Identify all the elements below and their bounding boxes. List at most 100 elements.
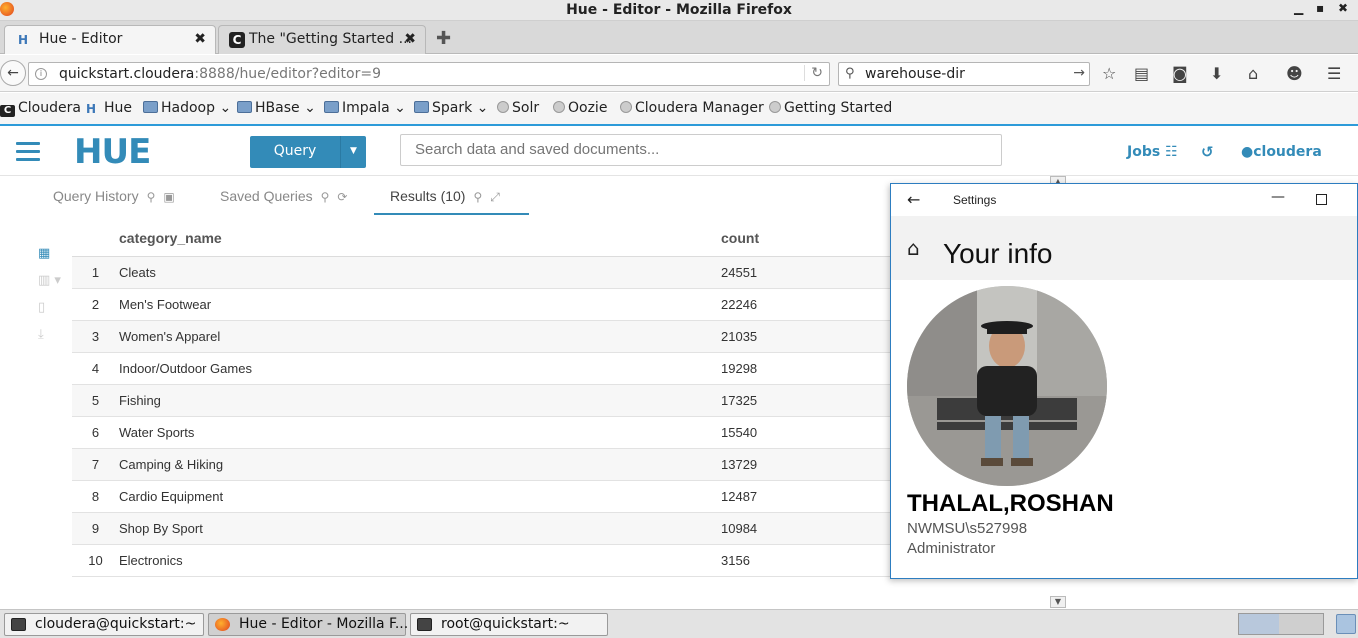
settings-titlebar: ← Settings — [891,184,1357,216]
bookmark-impala[interactable]: Impala ⌄ [324,100,406,116]
table-row[interactable]: 2 Men's Footwear 22246 [72,288,890,321]
bookmarks-toolbar: C Cloudera H Hue Hadoop ⌄ HBase ⌄ Impala ⌄… [0,93,1358,126]
table-row[interactable]: 7 Camping & Hiking 13729 [72,448,890,481]
hue-search-input[interactable] [400,134,1002,166]
new-tab-icon[interactable]: ✚ [436,28,451,49]
browser-search-field[interactable]: ⚲ warehouse-dir → [838,62,1090,86]
table-row[interactable]: 1 Cleats 24551 [72,256,890,289]
url-text[interactable]: quickstart.cloudera:8888/hue/editor?edit… [59,66,381,82]
tab-results[interactable]: Results (10) ⚲ ⤢ [390,188,500,205]
tab-label: Hue - Editor [39,31,123,47]
row-number: 3 [72,320,119,353]
cell-count: 12487 [721,480,890,513]
bookmark-label: Spark [432,100,473,116]
show-desktop-icon[interactable] [1336,614,1356,634]
tab-hue-editor[interactable]: H Hue - Editor ✖ [4,25,216,54]
columns-icon[interactable]: ▯ [38,300,45,315]
reload-icon[interactable]: ↻ [804,65,823,81]
tab-label: The "Getting Started ... [249,31,412,47]
bookmark-oozie[interactable]: Oozie [553,100,607,116]
search-icon[interactable]: ⚲ [321,190,330,204]
taskbar-item-terminal-cloudera[interactable]: cloudera@quickstart:~ [4,613,204,636]
caret-down-icon[interactable]: ▼ [340,136,366,168]
search-icon[interactable]: ⚲ [147,190,156,204]
taskbar-item-terminal-root[interactable]: root@quickstart:~ [410,613,608,636]
workspace-switcher[interactable] [1238,613,1324,635]
folder-icon [414,101,429,113]
back-button[interactable]: ← [0,60,26,86]
tab-saved-queries[interactable]: Saved Queries ⚲ ⟳ [220,188,347,204]
url-bar[interactable]: i quickstart.cloudera:8888/hue/editor?ed… [28,62,830,86]
hamburger-menu-icon[interactable] [16,142,40,162]
jobs-button[interactable]: Jobs ☷ [1127,144,1178,160]
maximize-icon[interactable]: ▪ [1316,1,1324,15]
close-icon[interactable]: ✖ [1338,1,1348,15]
tab-close-icon[interactable]: ✖ [194,31,206,47]
history-icon[interactable]: ↺ [1201,143,1214,161]
taskbar-item-firefox[interactable]: Hue - Editor - Mozilla F... [208,613,408,636]
row-number: 9 [72,512,119,545]
table-row[interactable]: 5 Fishing 17325 [72,384,890,417]
search-value[interactable]: warehouse-dir [865,66,965,82]
hue-search-field[interactable] [415,141,995,158]
chevron-down-icon: ⌄ [219,100,232,116]
table-row[interactable]: 6 Water Sports 15540 [72,416,890,449]
jobs-label: Jobs [1127,144,1161,160]
bookmark-spark[interactable]: Spark ⌄ [414,100,488,116]
refresh-icon[interactable]: ⟳ [337,190,347,204]
search-icon[interactable]: ⚲ [473,190,482,204]
bookmark-cloudera-manager[interactable]: Cloudera Manager [620,100,764,116]
url-path: :8888/hue/editor?editor=9 [194,66,381,82]
tab-query-history[interactable]: Query History ⚲ ▣ [53,188,175,204]
bookmark-solr[interactable]: Solr [497,100,539,116]
query-button[interactable]: Query ▼ [250,136,366,168]
column-header-count[interactable]: count [721,220,890,257]
page-title: Your info [943,238,1053,269]
hello-icon[interactable]: ☻ [1286,64,1303,83]
chart-view-icon[interactable]: ▥ ▾ [38,273,61,288]
site-info-icon[interactable]: i [35,68,47,80]
search-go-icon[interactable]: → [1073,65,1085,81]
download-icon[interactable]: ⤓ [38,327,44,342]
chevron-down-icon: ⌄ [476,100,489,116]
globe-icon [620,101,632,113]
bookmark-label: HBase [255,100,300,116]
home-icon[interactable]: ⌂ [1248,64,1258,83]
calendar-icon[interactable]: ▣ [163,190,174,204]
user-icon: ● [1241,144,1254,160]
reading-list-icon[interactable]: ▤ [1134,64,1149,83]
tab-close-icon[interactable]: ✖ [404,31,416,47]
tab-label: Saved Queries [220,188,313,204]
table-row[interactable]: 9 Shop By Sport 10984 [72,512,890,545]
column-header-category[interactable]: category_name [119,220,721,257]
folder-icon [324,101,339,113]
back-arrow-icon[interactable]: ← [907,190,920,209]
table-row[interactable]: 3 Women's Apparel 21035 [72,320,890,353]
grid-view-icon[interactable]: ▦ [38,246,50,261]
workspace-active[interactable] [1239,614,1279,634]
bookmark-star-icon[interactable]: ☆ [1102,64,1116,83]
hue-logo[interactable]: HUE [74,132,151,172]
settings-title: Settings [953,193,997,207]
pocket-icon[interactable]: ◙ [1172,64,1188,83]
minimize-icon[interactable]: ▁ [1294,1,1303,15]
bookmark-hue[interactable]: H Hue [86,100,132,116]
tab-getting-started[interactable]: C The "Getting Started ... ✖ [218,25,426,54]
menu-icon[interactable]: ☰ [1327,64,1341,83]
bookmark-hadoop[interactable]: Hadoop ⌄ [143,100,231,116]
bookmark-getting-started[interactable]: Getting Started [769,100,892,116]
maximize-icon[interactable] [1316,194,1327,205]
downloads-icon[interactable]: ⬇ [1210,64,1223,83]
expand-icon[interactable]: ⤢ [490,190,500,204]
minimize-icon[interactable]: — [1271,189,1285,205]
bookmark-hbase[interactable]: HBase ⌄ [237,100,316,116]
scroll-down-icon[interactable]: ▼ [1050,596,1066,608]
table-row[interactable]: 8 Cardio Equipment 12487 [72,480,890,513]
bookmark-cloudera[interactable]: C Cloudera [0,100,81,117]
row-number: 1 [72,256,119,289]
home-icon[interactable]: ⌂ [907,236,920,260]
table-row[interactable]: 10 Electronics 3156 [72,544,890,577]
user-menu[interactable]: ●cloudera [1241,144,1322,160]
sliders-icon: ☷ [1165,144,1178,160]
table-row[interactable]: 4 Indoor/Outdoor Games 19298 [72,352,890,385]
